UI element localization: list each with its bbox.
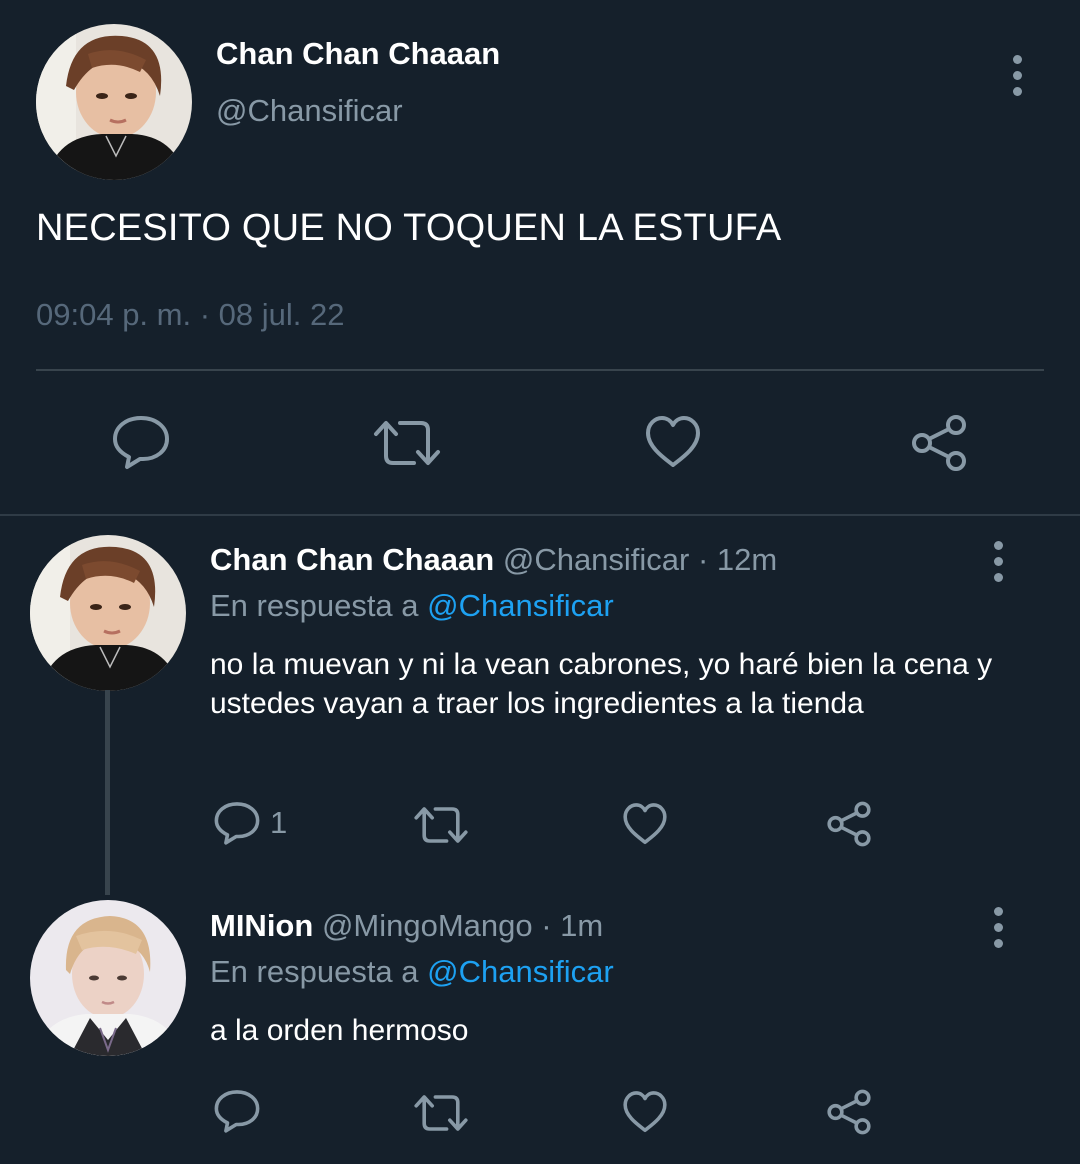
share-button[interactable] — [826, 1089, 872, 1135]
reply-text: no la muevan y ni la vean cabrones, yo h… — [210, 648, 993, 720]
reply-text: a la orden hermoso — [210, 1014, 469, 1047]
mention-link[interactable]: @Chansificar — [427, 954, 614, 989]
share-icon — [827, 801, 871, 847]
reply-button[interactable]: 1 — [214, 800, 287, 846]
tweet-text: NECESITO QUE NO TOQUEN LA ESTUFA — [36, 207, 782, 249]
reply-header: MINion @MingoMango · 1m — [210, 908, 603, 944]
like-button[interactable] — [622, 801, 668, 847]
retweet-icon — [414, 807, 468, 843]
more-icon[interactable] — [978, 902, 1018, 952]
avatar[interactable] — [36, 24, 192, 180]
reply-to-line: En respuesta a @Chansificar — [210, 954, 614, 990]
reply-count: 1 — [270, 805, 288, 840]
reply-button[interactable] — [214, 1088, 260, 1134]
tweet-thread-screen: Chan Chan Chaaan @Chansificar NECESITO Q… — [0, 0, 1080, 1164]
thread-connector — [105, 690, 110, 895]
reply-icon — [214, 802, 260, 845]
reply-icon — [113, 416, 169, 469]
divider — [36, 369, 1044, 371]
retweet-icon — [414, 1095, 468, 1131]
tweet-timestamp: 09:04 p. m. · 08 jul. 22 — [36, 297, 345, 332]
author-handle[interactable]: @Chansificar — [216, 93, 403, 129]
retweet-icon — [374, 421, 440, 465]
like-icon — [623, 1091, 667, 1133]
share-icon — [912, 415, 966, 471]
author-name[interactable]: MINion — [210, 908, 313, 943]
author-handle-time[interactable]: @MingoMango · 1m — [322, 908, 603, 943]
reply-to-label: En respuesta a — [210, 588, 419, 623]
more-icon[interactable] — [978, 536, 1018, 586]
retweet-button[interactable] — [372, 418, 442, 468]
retweet-button[interactable] — [413, 805, 469, 845]
retweet-button[interactable] — [413, 1093, 469, 1133]
reply-header: Chan Chan Chaaan @Chansificar · 12m — [210, 542, 777, 578]
like-icon — [646, 416, 700, 467]
reply-to-label: En respuesta a — [210, 954, 419, 989]
author-name[interactable]: Chan Chan Chaaan — [216, 36, 500, 72]
share-button[interactable] — [910, 414, 968, 472]
share-button[interactable] — [826, 801, 872, 847]
reply-icon — [214, 1090, 260, 1133]
like-button[interactable] — [622, 1089, 668, 1135]
share-icon — [827, 1089, 871, 1135]
reply-button[interactable] — [112, 414, 170, 470]
reply-to-line: En respuesta a @Chansificar — [210, 588, 614, 624]
more-icon[interactable] — [997, 50, 1037, 100]
author-handle-time[interactable]: @Chansificar · 12m — [503, 542, 777, 577]
section-divider — [0, 514, 1080, 516]
avatar[interactable] — [30, 900, 186, 1056]
mention-link[interactable]: @Chansificar — [427, 588, 614, 623]
author-name[interactable]: Chan Chan Chaaan — [210, 542, 494, 577]
like-icon — [623, 803, 667, 845]
like-button[interactable] — [644, 414, 702, 470]
avatar[interactable] — [30, 535, 186, 691]
